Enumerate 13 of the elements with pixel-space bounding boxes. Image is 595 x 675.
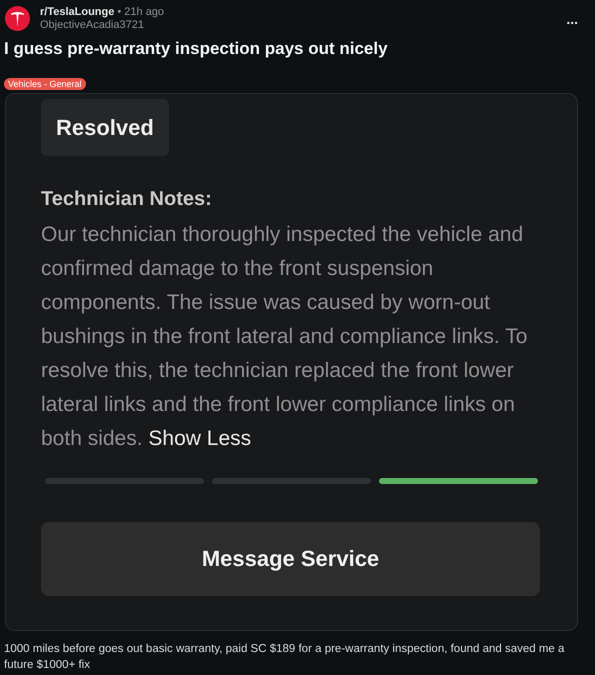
subreddit-link[interactable]: r/TeslaLounge [40, 6, 114, 19]
post-title: I guess pre-warranty inspection pays out nicely [3, 38, 389, 60]
flair-tag[interactable]: Vehicles - General [4, 78, 86, 90]
message-service-button[interactable]: Message Service [41, 522, 540, 596]
technician-notes: Our technician thoroughly inspected the vehicle and confirmed damage to the front suspension components. The issue was caused by worn-out bushings in the front lateral and compliance links. To resolve this, the technician replaced the front lower lateral links and the front lower compliance links on both sides. Show Less [41, 222, 528, 452]
status-badge: Resolved [41, 98, 169, 156]
post-body: 1000 miles before goes out basic warranty, paid SC $189 for a pre-warranty inspection, found and saved me a future $1000+ fix [3, 642, 566, 672]
post-time: • 21h ago [117, 6, 164, 19]
notes-heading: Technician Notes: [41, 186, 213, 212]
author-name[interactable]: ObjectiveAcadia3721 [40, 19, 164, 32]
show-less-link[interactable]: Show Less [148, 426, 252, 450]
more-options-button[interactable]: ... [566, 12, 578, 26]
subreddit-avatar-icon[interactable] [5, 6, 30, 31]
